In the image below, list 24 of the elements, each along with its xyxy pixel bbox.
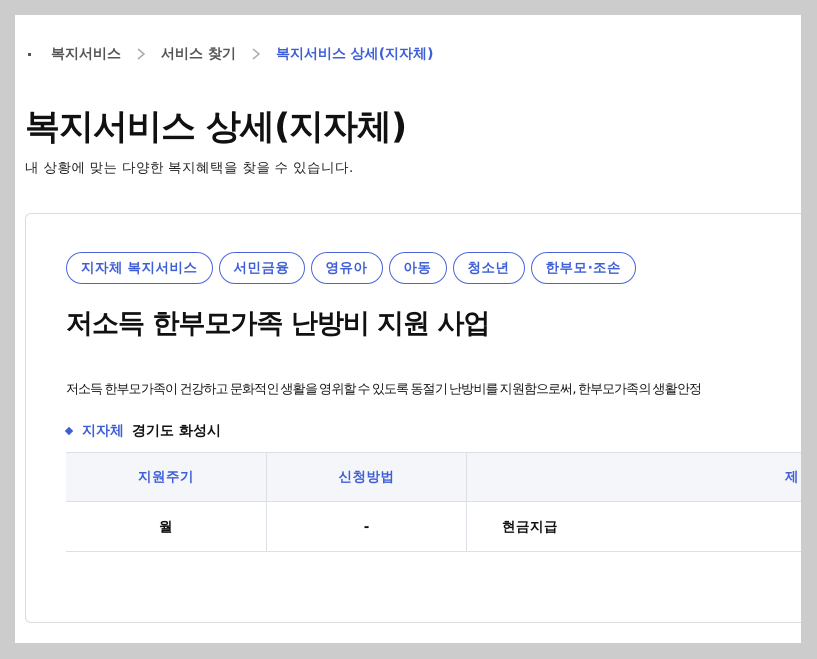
breadcrumb-link[interactable]: 복지서비스 상세(지자체) bbox=[276, 45, 434, 63]
category-tag: 영유아 bbox=[310, 252, 383, 284]
chevron-icon bbox=[252, 48, 260, 60]
table-cell: 월 bbox=[66, 502, 266, 552]
category-tag: 한부모·조손 bbox=[530, 252, 636, 284]
breadcrumb-link[interactable]: 서비스 찾기 bbox=[161, 45, 236, 63]
table-cell: 현금지급 bbox=[466, 502, 801, 552]
category-tag: 아동 bbox=[388, 252, 447, 284]
service-title: 저소득 한부모가족 난방비 지원 사업 bbox=[66, 307, 491, 341]
bullet-icon bbox=[28, 52, 31, 56]
page-title: 복지서비스 상세(지자체) bbox=[25, 106, 408, 149]
table-header: 신청방법 bbox=[266, 453, 466, 502]
category-tag: 청소년 bbox=[452, 252, 525, 284]
category-tag: 서민금융 bbox=[218, 252, 305, 284]
table-header: 지원주기 bbox=[66, 453, 266, 502]
table-header: 제 bbox=[466, 453, 801, 502]
category-tag: 지자체 복지서비스 bbox=[66, 252, 213, 284]
table-cell: - bbox=[266, 502, 466, 552]
service-description: 저소득 한부모가족이 건강하고 문화적인 생활을 영위할 수 있도록 동절기 난방비를 지원함으로써, 한부모가족의 생활안정 bbox=[66, 381, 702, 399]
breadcrumb-link[interactable]: 복지서비스 bbox=[51, 45, 121, 63]
agency-label: 지자체 bbox=[82, 422, 124, 440]
page-subtitle: 내 상황에 맞는 다양한 복지혜택을 찾을 수 있습니다. bbox=[25, 159, 354, 177]
agency-value: 경기도 화성시 bbox=[132, 422, 221, 440]
chevron-icon bbox=[137, 48, 145, 60]
